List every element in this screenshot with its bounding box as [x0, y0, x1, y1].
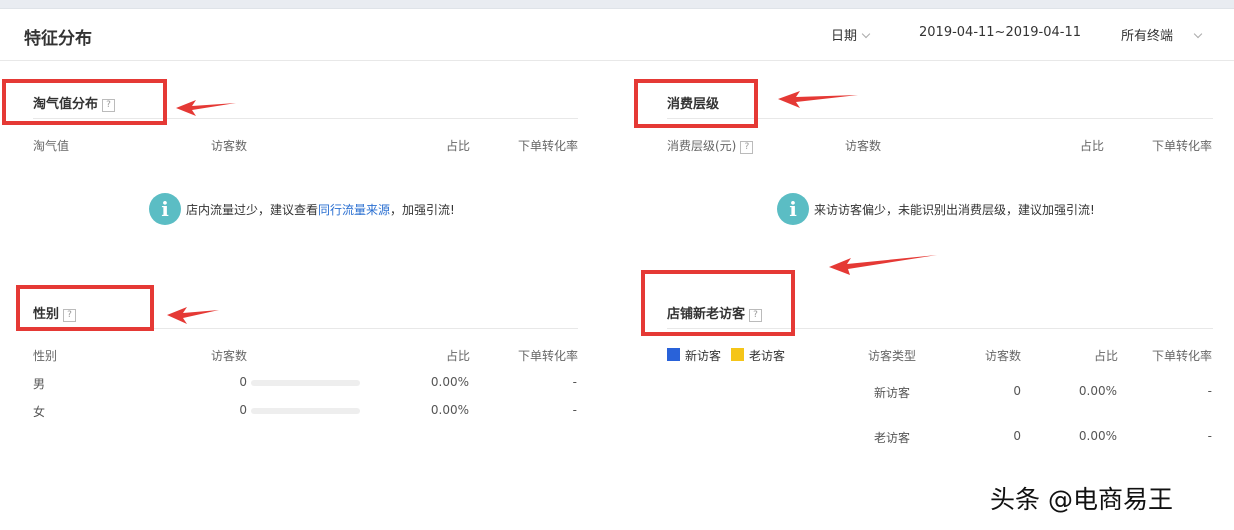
col-header: 访客数: [211, 349, 248, 363]
col-header: 占比: [1080, 139, 1105, 153]
annotation-arrow: [167, 307, 219, 324]
ratio: 0.00%: [1078, 429, 1117, 443]
page-header: 特征分布 日期 2019-04-11~2019-04-11 所有终端: [0, 10, 1234, 61]
gender-label: 男: [33, 377, 46, 391]
col-header: 访客类型: [868, 349, 917, 363]
col-header: 下单转化率: [518, 139, 579, 153]
legend-swatch-new: [667, 348, 680, 361]
visitor-type: 新访客: [874, 386, 911, 400]
chevron-down-icon: [861, 29, 871, 39]
col-header: 占比: [446, 349, 471, 363]
col-header: 下单转化率: [518, 349, 579, 363]
annotation-box: [641, 270, 795, 336]
visitor-count: 0: [1013, 429, 1021, 443]
tip-text: ，加强引流!: [390, 203, 455, 217]
info-icon: i: [777, 193, 809, 225]
peer-traffic-source-link[interactable]: 同行流量来源: [318, 203, 390, 217]
conversion: -: [1207, 384, 1212, 398]
conversion: -: [572, 375, 577, 389]
legend-swatch-old: [731, 348, 744, 361]
annotation-box: [16, 285, 154, 331]
page-title: 特征分布: [24, 29, 92, 49]
col-header: 消费层级(元)?: [667, 137, 754, 154]
legend-label-new[interactable]: 新访客: [685, 347, 721, 364]
help-icon[interactable]: ?: [740, 141, 754, 154]
annotation-arrow: [778, 91, 858, 108]
chevron-down-icon: [1193, 29, 1203, 39]
visitor-bar: [251, 408, 360, 414]
conversion: -: [572, 403, 577, 417]
visitor-type: 老访客: [874, 431, 911, 445]
col-header: 访客数: [211, 139, 248, 153]
annotation-arrow: [176, 100, 236, 116]
tip-text: 店内流量过少，建议查看: [186, 203, 319, 217]
annotation-arrow: [829, 255, 937, 275]
visitor-bar: [251, 380, 360, 386]
col-header: 性别: [33, 349, 58, 363]
watermark: 头条 @电商易王: [990, 485, 1173, 514]
annotation-box: [2, 79, 167, 125]
top-strip: [0, 0, 1234, 9]
col-header-text: 消费层级(元): [667, 139, 737, 153]
info-icon: i: [149, 193, 181, 225]
col-header: 淘气值: [33, 139, 70, 153]
date-range-picker[interactable]: 2019-04-11~2019-04-11: [919, 25, 1081, 40]
ratio: 0.00%: [430, 375, 469, 389]
terminal-label: 所有终端: [1121, 29, 1174, 44]
col-header: 下单转化率: [1152, 349, 1213, 363]
ratio: 0.00%: [430, 403, 469, 417]
visitor-count: 0: [239, 375, 247, 389]
terminal-dropdown[interactable]: 所有终端: [1121, 25, 1203, 44]
ratio: 0.00%: [1078, 384, 1117, 398]
taoqi-tip: 店内流量过少，建议查看同行流量来源，加强引流!: [186, 201, 455, 218]
col-header: 占比: [1094, 349, 1119, 363]
date-type-label: 日期: [831, 29, 858, 44]
visitor-count: 0: [239, 403, 247, 417]
annotation-box: [634, 79, 758, 128]
legend-label-old[interactable]: 老访客: [749, 347, 785, 364]
col-header: 占比: [446, 139, 471, 153]
col-header: 访客数: [985, 349, 1022, 363]
consumption-tip: 来访访客偏少，未能识别出消费层级，建议加强引流!: [814, 203, 1095, 217]
conversion: -: [1207, 429, 1212, 443]
col-header: 访客数: [845, 139, 882, 153]
visitor-count: 0: [1013, 384, 1021, 398]
col-header: 下单转化率: [1152, 139, 1213, 153]
gender-label: 女: [33, 405, 46, 419]
date-type-dropdown[interactable]: 日期: [831, 25, 871, 44]
